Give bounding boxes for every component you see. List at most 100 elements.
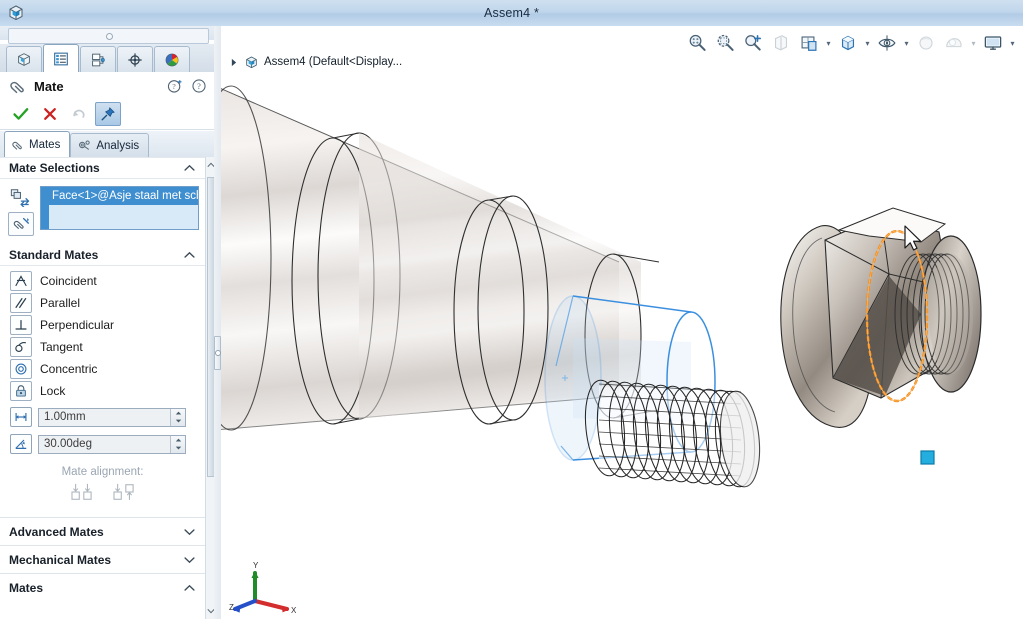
mate-lock-label: Lock: [40, 384, 66, 398]
angle-spin-down[interactable]: [171, 444, 185, 453]
manager-tab-strip: [0, 44, 215, 73]
distance-spin-down[interactable]: [171, 417, 185, 426]
view-orientation-icon: [801, 36, 817, 51]
aligned-button[interactable]: [70, 482, 94, 505]
mate-coincident[interactable]: Coincident: [0, 270, 205, 292]
mate-alignment-label: Mate alignment:: [61, 466, 144, 478]
coincident-glyph: [15, 275, 27, 287]
spin-down-icon: [175, 419, 181, 423]
angle-input[interactable]: [39, 435, 167, 453]
mate-lock[interactable]: Lock: [0, 380, 205, 402]
entities-to-mate-icon[interactable]: [8, 186, 32, 208]
eye-icon: [878, 35, 896, 51]
distance-input-wrap[interactable]: [38, 407, 186, 427]
angle-spin-up[interactable]: [171, 436, 185, 445]
left-panel: Mate ? ? Mates Analysis Mate Selections …: [0, 26, 216, 619]
title-bar: Assem4 *: [0, 0, 1023, 27]
section-header-mate-selections[interactable]: Mate Selections: [0, 157, 205, 179]
solidworks-window: Assem4 * Mate ? ? Mates Analysis Mate Se…: [0, 0, 1023, 619]
ok-button[interactable]: [8, 102, 34, 126]
distance-input[interactable]: [39, 408, 167, 426]
zoom-to-fit-button[interactable]: [684, 30, 710, 56]
mate-perpendicular[interactable]: Perpendicular: [0, 314, 205, 336]
mate-selection-item[interactable]: Face<1>@Asje staal met schro: [49, 187, 198, 205]
view-orientation-button[interactable]: [796, 30, 822, 56]
flange-hex-nut[interactable]: [780, 207, 982, 465]
keep-visible-button[interactable]: [95, 101, 121, 126]
tab-feature-manager-tree[interactable]: [6, 46, 42, 72]
zoom-to-area-button[interactable]: [712, 30, 738, 56]
tab-analysis[interactable]: Analysis: [70, 133, 150, 157]
distance-row: [0, 405, 205, 429]
mate-parallel-label: Parallel: [40, 296, 81, 310]
chevron-up-icon: [184, 251, 195, 258]
multiple-mate-mode-icon[interactable]: [8, 212, 34, 236]
standard-mates-list: Coincident Parallel Perpendicular Tangen…: [0, 266, 205, 517]
tab-configuration-manager[interactable]: [80, 46, 116, 72]
appearances-sphere-icon: [165, 53, 179, 66]
tab-dimxpert-manager[interactable]: [117, 46, 153, 72]
shaft-thread-section[interactable]: [581, 378, 764, 488]
distance-spin-up[interactable]: [171, 409, 185, 418]
view-settings-caret[interactable]: ▾: [1008, 31, 1017, 55]
mate-concentric[interactable]: Concentric: [0, 358, 205, 380]
chevron-up-icon: [184, 584, 195, 591]
mate-parallel[interactable]: Parallel: [0, 292, 205, 314]
view-orientation-caret[interactable]: ▾: [824, 31, 833, 55]
dimxpert-icon: [128, 52, 142, 67]
parallel-glyph: [15, 297, 27, 309]
selection-marker: [920, 450, 935, 465]
chevron-down-icon: [184, 528, 195, 535]
section-header-mates-list[interactable]: Mates: [0, 573, 205, 601]
perpendicular-icon: [10, 315, 32, 335]
listbox-empty-area[interactable]: [49, 205, 198, 229]
apply-scene-caret[interactable]: ▾: [969, 31, 978, 55]
property-manager-actions: [0, 98, 215, 130]
cancel-button[interactable]: [37, 102, 63, 126]
assembly-icon: [246, 56, 257, 68]
panel-splitter-grip[interactable]: [214, 336, 221, 370]
display-style-caret[interactable]: ▾: [863, 31, 872, 55]
panel-collapse-bar[interactable]: [8, 28, 209, 44]
section-header-mechanical-mates[interactable]: Mechanical Mates: [0, 545, 205, 573]
section-label-advanced-mates: Advanced Mates: [9, 524, 104, 539]
breadcrumb[interactable]: Assem4 (Default<Display...: [229, 52, 402, 72]
distance-spinner[interactable]: [170, 408, 185, 426]
tab-property-manager[interactable]: [43, 44, 79, 72]
mate-selections-listbox[interactable]: Face<1>@Asje staal met schro: [40, 186, 199, 230]
angle-icon[interactable]: [10, 434, 32, 454]
model-canvas[interactable]: [221, 26, 1023, 619]
anti-aligned-button[interactable]: [112, 482, 136, 505]
hide-show-caret[interactable]: ▾: [902, 31, 911, 55]
section-header-standard-mates[interactable]: Standard Mates: [0, 244, 205, 266]
svg-text:?: ?: [197, 82, 201, 91]
lock-icon: [10, 381, 32, 401]
mate-concentric-label: Concentric: [40, 362, 98, 376]
previous-view-button[interactable]: [740, 30, 766, 56]
distance-icon[interactable]: [10, 407, 32, 427]
section-label-mechanical-mates: Mechanical Mates: [9, 552, 112, 567]
tab-mates-label: Mates: [29, 138, 61, 151]
chevron-up-icon: [184, 164, 195, 171]
expand-triangle-icon[interactable]: [229, 57, 239, 67]
display-style-button[interactable]: [835, 30, 861, 56]
threaded-shaft[interactable]: [221, 85, 764, 489]
spin-up-icon: [175, 438, 181, 442]
hide-show-items-button[interactable]: [874, 30, 900, 56]
help-icon[interactable]: ?: [191, 78, 207, 94]
tab-display-manager[interactable]: [154, 46, 190, 72]
zoom-to-fit-icon: [689, 34, 706, 51]
whats-new-help-icon[interactable]: ?: [167, 78, 183, 94]
spin-down-icon: [175, 446, 181, 450]
tab-mates[interactable]: Mates: [4, 131, 71, 157]
mate-tangent[interactable]: Tangent: [0, 336, 205, 358]
graphics-viewport[interactable]: ▾ ▾ ▾ ▾ ▾ Assem4 (Default<Display... Y X…: [221, 26, 1023, 619]
angle-input-wrap[interactable]: [38, 434, 186, 454]
angle-spinner[interactable]: [170, 435, 185, 453]
mate-coincident-label: Coincident: [40, 274, 97, 288]
zoom-to-area-icon: [717, 34, 734, 51]
property-manager-title: Mate: [34, 78, 64, 94]
view-settings-button[interactable]: [980, 30, 1006, 56]
section-header-advanced-mates[interactable]: Advanced Mates: [0, 517, 205, 545]
green-check-icon: [13, 107, 29, 120]
